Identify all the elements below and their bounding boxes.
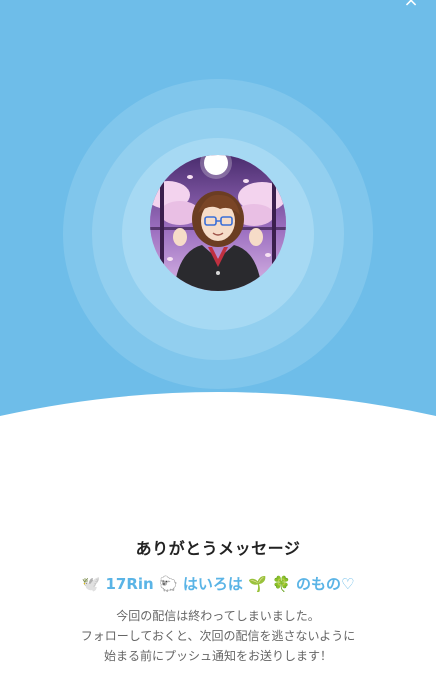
streamer-name-part1: 17Rin xyxy=(105,575,154,593)
sheep-emoji: 🐑 xyxy=(158,575,178,593)
ended-description: 今回の配信は終わってしまいました。 フォローしておくと、次回の配信を逃さないよう… xyxy=(0,606,436,666)
wave-divider xyxy=(0,392,436,490)
message-panel: ありがとうメッセージ 🕊️ 17Rin 🐑 はいろは 🌱 🍀 のもの♡ 今回の配… xyxy=(0,536,436,666)
streamer-name-part2: はいろは xyxy=(182,575,243,593)
description-line-2: フォローしておくと、次回の配信を逃さないように xyxy=(80,629,356,643)
hero-background: × xyxy=(0,0,436,440)
avatar-illustration xyxy=(150,155,286,291)
close-icon: × xyxy=(403,0,419,11)
streamer-avatar xyxy=(150,155,286,291)
streamer-name[interactable]: 🕊️ 17Rin 🐑 はいろは 🌱 🍀 のもの♡ xyxy=(0,572,436,596)
close-button[interactable]: × xyxy=(400,0,422,11)
dove-emoji: 🕊️ xyxy=(81,575,101,593)
description-line-1: 今回の配信は終わってしまいました。 xyxy=(116,609,320,623)
ended-stream-screen: × ありがとうメッセージ 🕊️ 17Rin 🐑 はいろは 🌱 🍀 のもの♡ 今回… xyxy=(0,0,436,680)
streamer-name-part3: のもの♡ xyxy=(295,575,355,593)
description-line-3: 始まる前にプッシュ通知をお送りします！ xyxy=(103,649,332,663)
page-title: ありがとうメッセージ xyxy=(135,539,301,558)
seedling-emoji: 🌱 xyxy=(248,575,267,593)
clover-emoji: 🍀 xyxy=(272,575,291,593)
